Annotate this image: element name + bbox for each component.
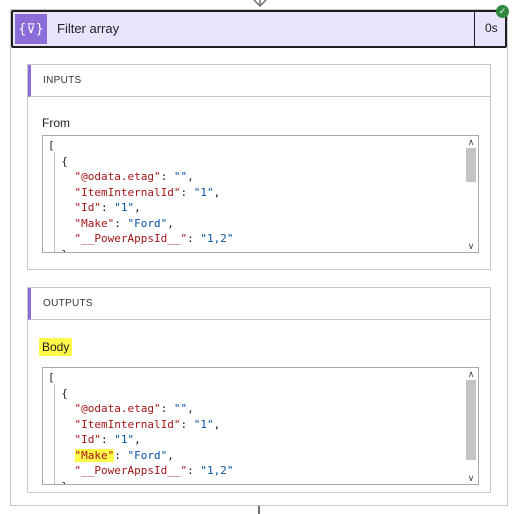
duration-label: 0s [485, 21, 498, 35]
json-comma: , [167, 216, 174, 230]
json-key: "ItemInternalId" [74, 185, 181, 199]
json-separator: : [114, 448, 128, 462]
action-title: Filter array [57, 21, 120, 36]
json-close-brace: }, [61, 248, 74, 253]
scroll-down-icon[interactable]: ∨ [466, 241, 476, 251]
json-comma: , [213, 417, 221, 431]
scroll-thumb[interactable] [466, 148, 476, 182]
scroll-up-icon[interactable]: ∧ [466, 137, 476, 147]
json-key: "ItemInternalId" [74, 417, 181, 431]
json-value: "1" [193, 417, 214, 431]
from-scrollbar[interactable]: ∧ ∨ [464, 136, 478, 252]
json-comma: , [134, 201, 141, 214]
json-open-bracket: [ [48, 371, 55, 384]
inputs-section-header: INPUTS [28, 65, 490, 97]
body-code-viewer[interactable]: [ { "@odata.etag": "", "ItemInternalId":… [42, 367, 479, 485]
inputs-section: INPUTS From [ { "@odata.etag": "", "Item… [27, 64, 491, 270]
scroll-up-icon[interactable]: ∧ [466, 369, 476, 379]
json-key-highlighted: "Make" [74, 448, 115, 462]
from-label: From [42, 116, 70, 130]
inputs-section-title: INPUTS [43, 75, 82, 86]
json-key: "__PowerAppsId__" [74, 232, 188, 245]
json-separator: : [160, 402, 174, 415]
flow-canvas: {⊽} Filter array 0s ✓ INPUTS From [ { "@… [0, 0, 515, 514]
json-comma: , [134, 433, 141, 446]
outputs-section-title: OUTPUTS [43, 298, 93, 309]
json-open-brace: { [61, 154, 68, 168]
json-value: "1" [114, 433, 135, 446]
json-value: "Ford" [127, 216, 168, 230]
json-value: "Ford" [127, 448, 168, 462]
json-separator: : [114, 216, 128, 230]
filter-array-action-card: {⊽} Filter array 0s ✓ INPUTS From [ { "@… [10, 5, 509, 506]
json-key: "Id" [74, 433, 102, 446]
json-value: "1,2" [200, 464, 234, 477]
json-key: "@odata.etag" [74, 170, 161, 183]
body-json-content: [ { "@odata.etag": "", "ItemInternalId":… [48, 370, 234, 485]
json-separator: : [187, 232, 201, 245]
body-scrollbar[interactable]: ∧ ∨ [464, 368, 478, 484]
json-value: "1,2" [200, 232, 234, 245]
json-value: "1" [114, 201, 135, 214]
json-key: "Make" [74, 216, 115, 230]
json-value: "" [173, 402, 188, 415]
json-key: "__PowerAppsId__" [74, 464, 188, 477]
json-separator: : [187, 464, 201, 477]
from-code-viewer[interactable]: [ { "@odata.etag": "", "ItemInternalId":… [42, 135, 479, 253]
json-open-brace: { [61, 386, 68, 400]
success-check-icon: ✓ [496, 5, 509, 18]
json-separator: : [160, 170, 174, 183]
json-separator: : [101, 201, 115, 214]
json-key: "Id" [74, 201, 102, 214]
outputs-section: OUTPUTS Body [ { "@odata.etag": "", "Ite… [27, 287, 491, 493]
json-value: "1" [193, 185, 214, 199]
json-separator: : [101, 433, 115, 446]
json-open-bracket: [ [48, 139, 55, 152]
scroll-thumb[interactable] [466, 380, 476, 460]
json-separator: : [180, 185, 194, 199]
json-comma: , [213, 185, 221, 199]
scroll-down-icon[interactable]: ∨ [466, 473, 476, 483]
outputs-section-header: OUTPUTS [28, 288, 490, 320]
json-comma: , [187, 402, 194, 415]
body-label: Body [39, 338, 73, 356]
json-key: "@odata.etag" [74, 402, 161, 415]
json-separator: : [180, 417, 194, 431]
connector-line [258, 506, 260, 514]
json-value: "" [173, 170, 188, 183]
action-header[interactable]: {⊽} Filter array 0s [11, 10, 507, 48]
json-comma: , [187, 170, 194, 183]
from-json-content: [ { "@odata.etag": "", "ItemInternalId":… [48, 138, 234, 253]
header-divider [474, 12, 475, 46]
filter-icon: {⊽} [15, 14, 47, 44]
json-close-brace: }, [61, 480, 74, 485]
json-comma: , [167, 448, 174, 462]
